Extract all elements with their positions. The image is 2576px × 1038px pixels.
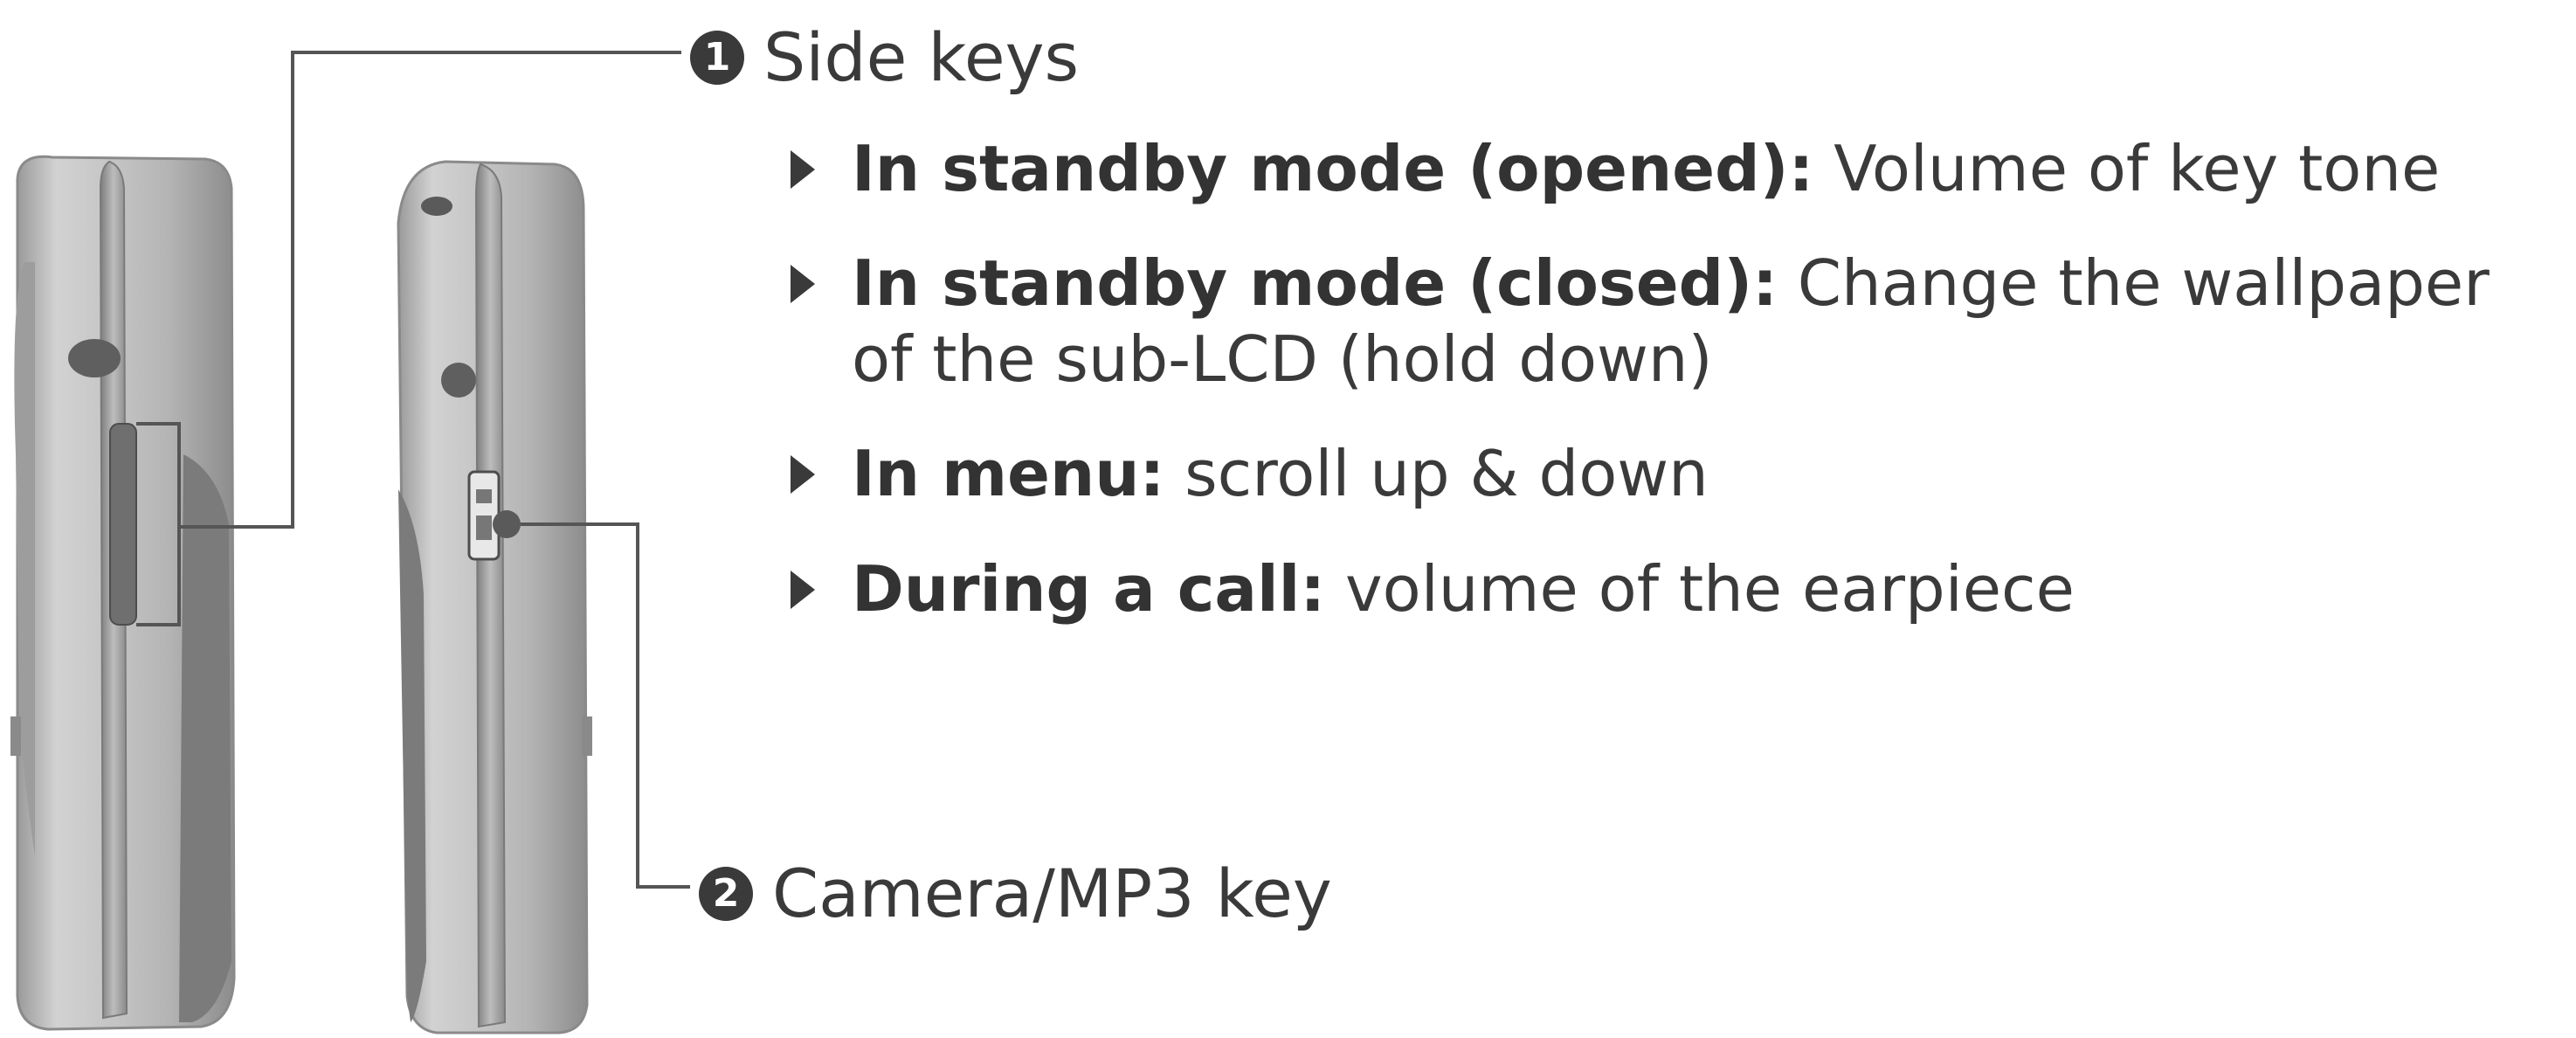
number-two-icon: 2	[699, 867, 753, 921]
side-key-left	[109, 423, 137, 626]
side-keys-label: 1 Side keys	[690, 24, 1079, 91]
triangle-right-icon	[791, 455, 815, 495]
side-keys-title: Side keys	[763, 18, 1080, 96]
list-item: In standby mode (closed): Change the wal…	[791, 246, 2555, 397]
list-item-description: volume of the earpiece	[1325, 551, 2075, 626]
list-item-heading: In standby mode (closed):	[852, 246, 1778, 321]
triangle-right-icon	[791, 150, 815, 189]
triangle-right-icon	[791, 570, 815, 609]
phone-left-side-view	[10, 155, 236, 1031]
number-one-icon: 1	[690, 31, 744, 85]
list-item-heading: During a call:	[852, 551, 1326, 626]
side-keys-functions-list: In standby mode (opened): Volume of key …	[791, 131, 2555, 666]
list-item-heading: In menu:	[852, 437, 1165, 511]
list-item: In standby mode (opened): Volume of key …	[791, 131, 2555, 206]
camera-mp3-key-title: Camera/MP3 key	[772, 855, 1332, 932]
camera-mp3-key-label: 2 Camera/MP3 key	[699, 861, 1332, 927]
list-item: In menu: scroll up & down	[791, 436, 2555, 511]
list-item-description: Volume of key tone	[1813, 132, 2441, 205]
list-item: During a call: volume of the earpiece	[791, 551, 2555, 626]
list-item-heading: In standby mode (opened):	[852, 132, 1814, 205]
list-item-description: scroll up & down	[1164, 437, 1709, 511]
triangle-right-icon	[791, 265, 815, 304]
phone-right-side-view	[397, 160, 592, 1035]
